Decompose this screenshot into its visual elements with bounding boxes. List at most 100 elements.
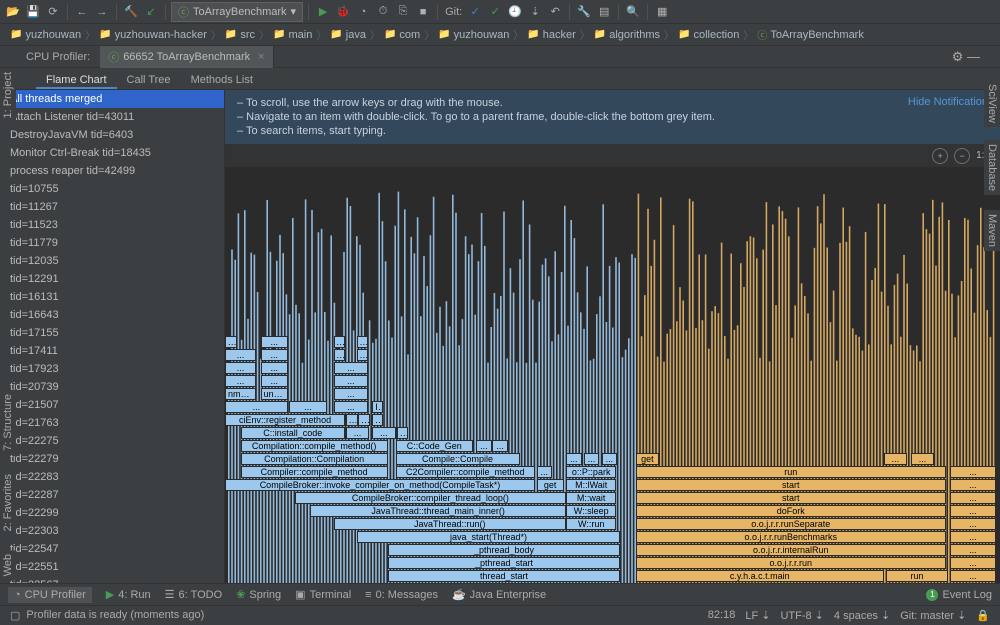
flame-frame[interactable]: ... xyxy=(334,362,369,374)
side-tab-database[interactable]: Database xyxy=(984,140,1000,195)
flame-frame[interactable]: ... xyxy=(334,401,369,413)
vcs-pull-icon[interactable]: ⇣ xyxy=(526,3,544,21)
attach-icon[interactable]: ⎘ xyxy=(394,3,412,21)
stop-icon[interactable]: ■ xyxy=(414,3,432,21)
tab-terminal[interactable]: ▣ Terminal xyxy=(295,588,351,601)
flame-frame[interactable]: ... xyxy=(950,544,997,556)
breadcrumb-item[interactable]: 📁hacker xyxy=(523,29,579,41)
flame-frame[interactable]: _pthread_body xyxy=(388,544,621,556)
vcs-update-icon[interactable]: ✓ xyxy=(466,3,484,21)
vcs-commit-icon[interactable]: ✓ xyxy=(486,3,504,21)
thread-item[interactable]: tid=11267 xyxy=(0,198,224,216)
tab-run[interactable]: ▶ 4: Run xyxy=(106,588,151,601)
zoom-out-icon[interactable]: − xyxy=(954,148,970,164)
vcs-revert-icon[interactable]: ↶ xyxy=(546,3,564,21)
breadcrumb-item[interactable]: 📁yuzhouwan xyxy=(434,29,513,41)
tab-spring[interactable]: ❀ Spring xyxy=(236,588,281,601)
flame-frame[interactable]: ... xyxy=(225,375,256,387)
thread-list[interactable]: All threads mergedAttach Listener tid=43… xyxy=(0,90,225,583)
flame-frame[interactable]: ... xyxy=(566,453,582,465)
flame-frame[interactable]: ... xyxy=(225,362,256,374)
back-icon[interactable]: ← xyxy=(73,3,91,21)
flame-frame[interactable]: CompileBroker::invoke_compiler_on_method… xyxy=(225,479,535,491)
tab-messages[interactable]: ≡ 0: Messages xyxy=(365,589,438,601)
debug-icon[interactable]: 🐞 xyxy=(334,3,352,21)
windows-icon[interactable]: ▦ xyxy=(653,3,671,21)
flame-frame[interactable]: run xyxy=(886,570,948,582)
flame-frame[interactable]: ... xyxy=(357,336,369,348)
structure-icon[interactable]: ▤ xyxy=(595,3,613,21)
breadcrumb-item[interactable]: 📁src xyxy=(221,29,259,41)
flame-frame[interactable]: JavaThread::run() xyxy=(334,518,567,530)
flame-frame[interactable]: ... xyxy=(334,349,346,361)
file-encoding[interactable]: UTF-8 ⇣ xyxy=(780,609,823,622)
flame-frame[interactable]: ... xyxy=(476,440,492,452)
flame-frame[interactable]: java_start(Thread*) xyxy=(357,531,621,543)
flame-frame[interactable]: o.o.j.r.r.run xyxy=(636,557,946,569)
flame-frame[interactable]: o::P::park xyxy=(566,466,616,478)
thread-item[interactable]: All threads merged xyxy=(0,90,224,108)
tab-todo[interactable]: ☰ 6: TODO xyxy=(165,588,222,601)
side-tab-web[interactable]: Web xyxy=(0,550,16,580)
flame-frame[interactable]: ... xyxy=(289,401,328,413)
flame-frame[interactable]: M::lWait xyxy=(566,479,616,491)
flame-frame[interactable]: unpark xyxy=(261,388,288,400)
flame-frame[interactable]: start xyxy=(636,479,946,491)
thread-item[interactable]: tid=22299 xyxy=(0,504,224,522)
flame-frame[interactable]: c.y.h.a.c.t.main xyxy=(636,570,884,582)
flame-frame[interactable]: nmethod xyxy=(225,388,256,400)
flame-frame[interactable]: ... xyxy=(225,349,256,361)
flame-frame[interactable]: ... xyxy=(334,388,369,400)
flame-frame[interactable]: thread_start xyxy=(388,570,621,582)
side-tab-sciview[interactable]: SciView xyxy=(984,80,1000,127)
run-config-selector[interactable]: ⓒ ToArrayBenchmark ▾ xyxy=(171,2,303,22)
flame-frame[interactable]: ... xyxy=(950,531,997,543)
thread-item[interactable]: DestroyJavaVM tid=6403 xyxy=(0,126,224,144)
indent[interactable]: 4 spaces ⇣ xyxy=(834,609,890,622)
thread-item[interactable]: tid=16643 xyxy=(0,306,224,324)
thread-item[interactable]: tid=17923 xyxy=(0,360,224,378)
thread-item[interactable]: tid=11523 xyxy=(0,216,224,234)
flame-frame[interactable]: start xyxy=(636,492,946,504)
flame-frame[interactable]: o.o.j.r.r.runBenchmarks xyxy=(636,531,946,543)
thread-item[interactable]: tid=10755 xyxy=(0,180,224,198)
breadcrumb-item[interactable]: 📁com xyxy=(380,29,424,41)
side-tab-maven[interactable]: Maven xyxy=(984,210,1000,251)
flame-frame[interactable]: ... xyxy=(950,518,997,530)
thread-item[interactable]: tid=22283 xyxy=(0,468,224,486)
flame-frame[interactable]: doFork xyxy=(636,505,946,517)
flame-frame[interactable]: Compilation::Compilation xyxy=(241,453,388,465)
line-separator[interactable]: LF ⇣ xyxy=(745,609,770,622)
thread-item[interactable]: tid=17411 xyxy=(0,342,224,360)
lock-icon[interactable]: 🔒 xyxy=(976,609,990,622)
flame-frame[interactable]: ... xyxy=(950,505,997,517)
zoom-in-icon[interactable]: + xyxy=(932,148,948,164)
flame-frame[interactable]: o.o.j.r.r.internalRun xyxy=(636,544,946,556)
thread-item[interactable]: tid=12035 xyxy=(0,252,224,270)
make-icon[interactable]: ↙ xyxy=(142,3,160,21)
flame-frame[interactable]: run xyxy=(636,466,946,478)
flame-frame[interactable]: o.o.j.r.r.runSeparate xyxy=(636,518,946,530)
flame-frame[interactable]: ... xyxy=(225,401,288,413)
thread-item[interactable]: tid=22275 xyxy=(0,432,224,450)
thread-item[interactable]: Monitor Ctrl-Break tid=18435 xyxy=(0,144,224,162)
open-icon[interactable]: 📂 xyxy=(4,3,22,21)
flame-frame[interactable]: C::Code_Gen xyxy=(396,440,474,452)
search-icon[interactable]: 🔍 xyxy=(624,3,642,21)
flame-frame[interactable]: ... xyxy=(372,427,395,439)
save-icon[interactable]: 💾 xyxy=(24,3,42,21)
side-tab-favorites[interactable]: 2: Favorites xyxy=(0,470,16,535)
tab-event-log[interactable]: 1 Event Log xyxy=(926,589,992,601)
flame-frame[interactable]: ... xyxy=(334,375,369,387)
sub-tab-methods-list[interactable]: Methods List xyxy=(181,71,263,89)
flame-chart[interactable]: ........................................… xyxy=(225,168,1000,583)
flame-frame[interactable]: ... xyxy=(950,557,997,569)
flame-frame[interactable]: ... xyxy=(357,349,369,361)
flame-frame[interactable]: ... xyxy=(358,414,370,426)
thread-item[interactable]: tid=11779 xyxy=(0,234,224,252)
flame-frame[interactable]: ... xyxy=(584,453,600,465)
flame-frame[interactable]: CompileBroker::compiler_thread_loop() xyxy=(295,492,566,504)
caret-position[interactable]: 82:18 xyxy=(708,609,736,622)
breadcrumb-item[interactable]: 📁yuzhouwan xyxy=(6,29,85,41)
thread-item[interactable]: tid=21763 xyxy=(0,414,224,432)
